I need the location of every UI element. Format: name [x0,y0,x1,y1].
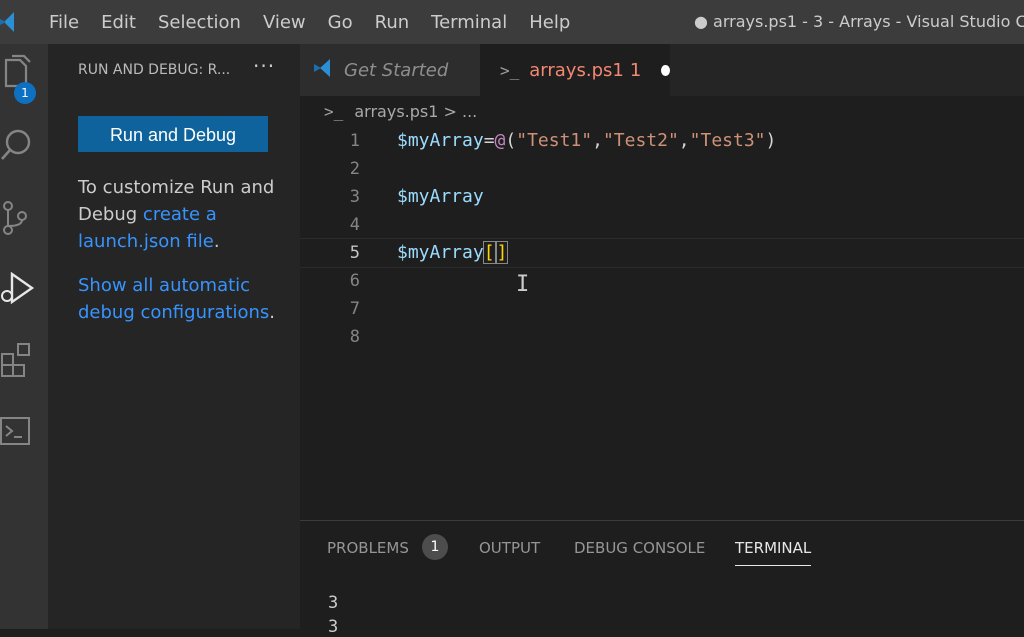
tab-get-started[interactable]: Get Started [300,44,480,96]
show-automatic-configs-link[interactable]: Show all automatic debug configurations [78,275,269,323]
menu-help[interactable]: Help [518,12,581,33]
run-and-debug-button[interactable]: Run and Debug [78,116,268,152]
code-line: 3 $myArray [300,183,1024,211]
line-number: 3 [349,187,360,207]
show-end: . [269,302,275,323]
terminal-icon[interactable] [0,410,40,454]
tab-problems-count: 1 [629,59,642,81]
breadcrumb-file[interactable]: arrays.ps1 [354,102,438,121]
editor-tabs: Get Started >_ arrays.ps1 1 [300,44,1024,96]
code-line: 2 [300,155,1024,183]
line-5-code: $myArray[] [397,241,509,264]
tab-arrays-ps1[interactable]: >_ arrays.ps1 1 [480,44,670,96]
line-3-code: $myArray [397,186,484,207]
title-bar: File Edit Selection View Go Run Terminal… [0,0,1024,44]
activity-bar: 1 [0,44,48,629]
show-configs-text: Show all automatic debug configurations. [78,272,288,326]
mouse-ibeam-icon: I [516,272,530,297]
customize-end: . [213,231,220,252]
explorer-badge: 1 [14,82,36,104]
line-1-code: $myArray=@("Test1","Test2","Test3") [397,130,777,151]
search-icon[interactable] [0,124,40,168]
menu-go[interactable]: Go [317,12,364,33]
code-line-current: 5 $myArray[] [300,238,1024,268]
menu-bar: File Edit Selection View Go Run Terminal… [38,12,581,33]
tab-file-label: arrays.ps1 [529,59,624,81]
code-editor[interactable]: 1 $myArray=@("Test1","Test2","Test3") 2 … [300,125,1024,520]
code-line: 4 [300,211,1024,239]
menu-view[interactable]: View [252,12,317,33]
tab-get-started-label: Get Started [344,59,449,81]
source-control-icon[interactable] [0,196,40,240]
sidebar-title: RUN AND DEBUG: R... [78,62,231,78]
bottom-panel: PROBLEMS 1 OUTPUT DEBUG CONSOLE TERMINAL… [300,520,1024,637]
powershell-breadcrumb-icon: >_ [324,102,344,121]
unsaved-dot-icon[interactable] [661,64,670,76]
code-line: 8 [300,323,1024,351]
line-number: 6 [349,271,360,291]
window-title: ● arrays.ps1 - 3 - Arrays - Visual Studi… [694,12,1024,31]
tab-output[interactable]: OUTPUT [479,539,540,557]
code-line: 7 [300,295,1024,323]
line-number: 2 [349,159,360,179]
customize-text: To customize Run and Debug create a laun… [78,174,283,255]
breadcrumb: >_ arrays.ps1 > ... [324,102,477,121]
run-debug-icon[interactable] [0,266,40,310]
menu-file[interactable]: File [38,12,90,33]
menu-selection[interactable]: Selection [147,12,252,33]
menu-edit[interactable]: Edit [90,12,147,33]
menu-run[interactable]: Run [364,12,421,33]
code-line: 1 $myArray=@("Test1","Test2","Test3") [300,127,1024,155]
menu-terminal[interactable]: Terminal [420,12,518,33]
powershell-icon: >_ [500,60,520,80]
extensions-icon[interactable] [0,338,40,382]
breadcrumb-rest[interactable]: > ... [444,102,478,121]
more-actions-icon[interactable]: ··· [253,54,275,78]
line-number: 8 [349,327,360,347]
line-number: 1 [349,131,360,151]
tab-debug-console[interactable]: DEBUG CONSOLE [574,539,705,557]
vscode-logo-icon [0,0,24,44]
tab-terminal[interactable]: TERMINAL [735,539,812,566]
terminal-output-line: 3 [328,617,339,637]
run-debug-sidebar: RUN AND DEBUG: R... ··· Run and Debug To… [48,44,300,629]
tab-problems[interactable]: PROBLEMS [327,539,409,557]
line-number: 5 [349,243,360,263]
terminal-output-line: 3 [328,593,339,613]
code-line: 6 [300,267,1024,295]
line-number: 7 [349,299,360,319]
problems-badge: 1 [422,534,448,560]
line-number: 4 [349,215,360,235]
vscode-tab-icon [312,57,334,84]
